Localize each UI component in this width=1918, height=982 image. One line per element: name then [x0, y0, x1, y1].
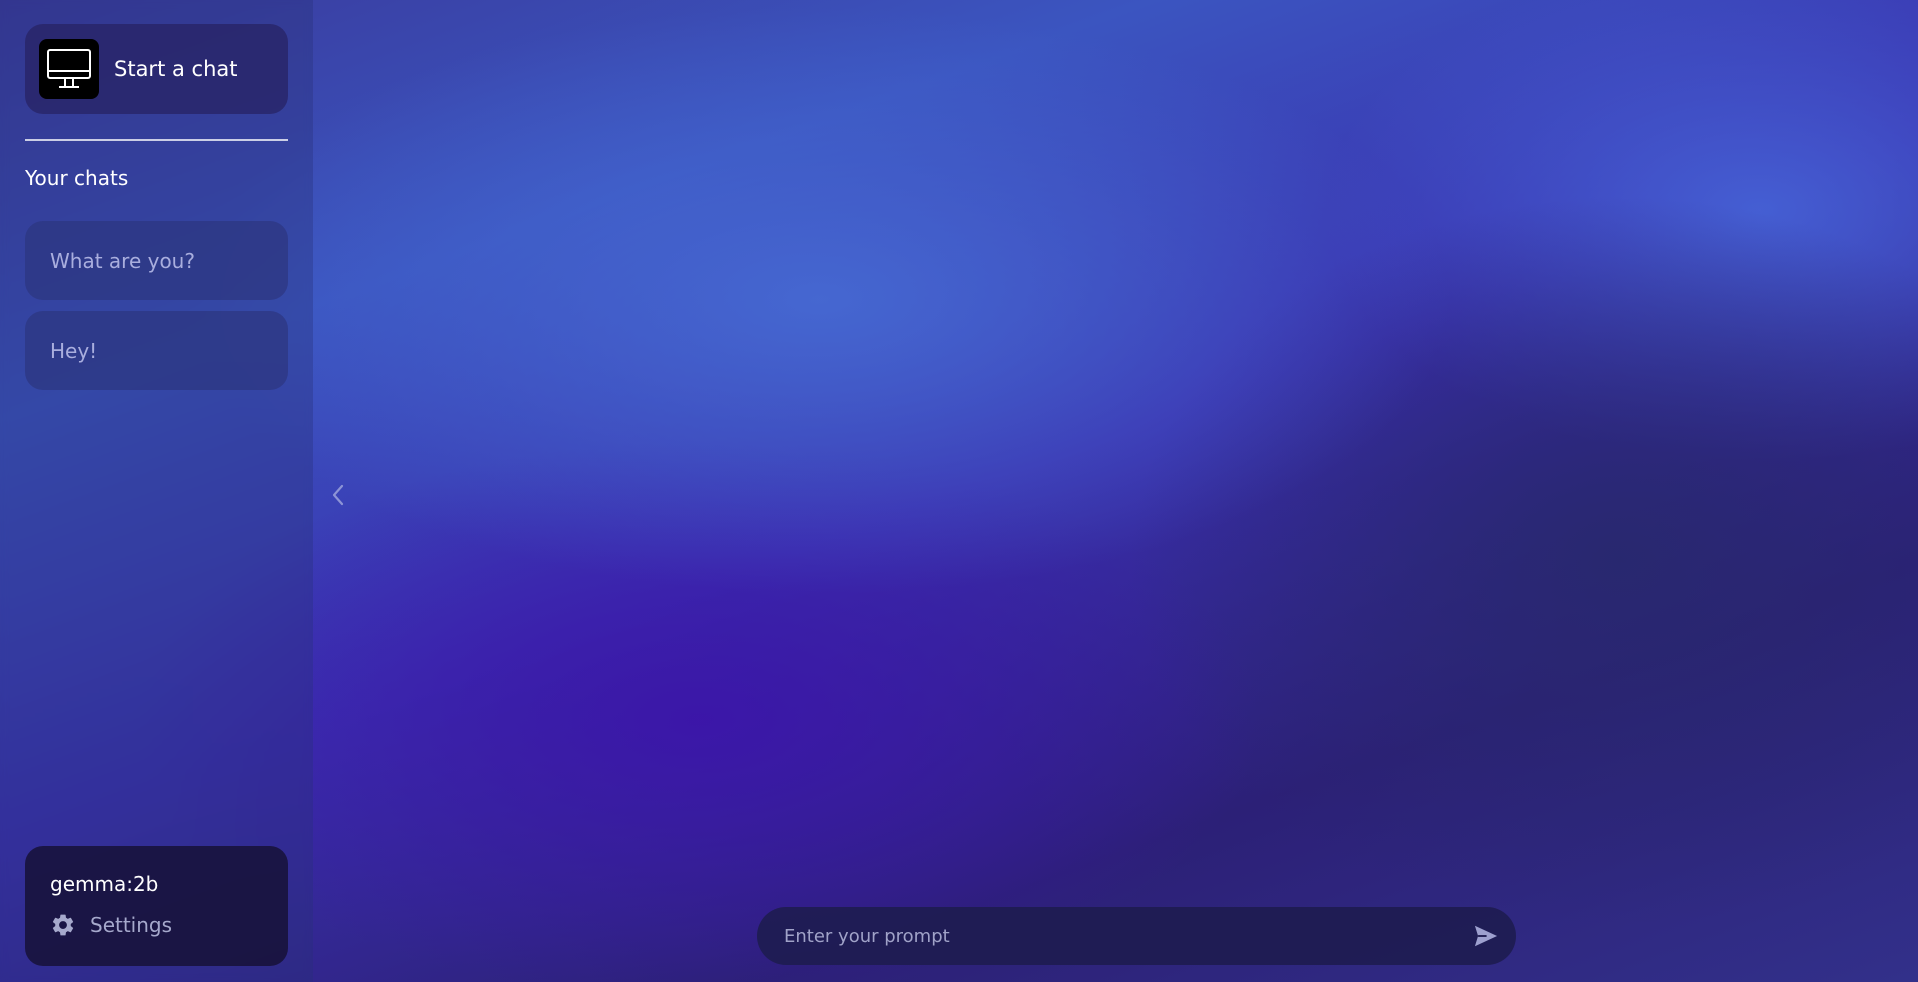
- model-name: gemma:2b: [50, 872, 159, 896]
- chevron-left-icon: [332, 484, 344, 506]
- start-chat-label: Start a chat: [114, 57, 238, 81]
- send-button[interactable]: [1468, 918, 1504, 954]
- start-chat-button[interactable]: Start a chat: [25, 24, 288, 114]
- your-chats-heading: Your chats: [25, 166, 129, 190]
- prompt-bar: [757, 907, 1516, 965]
- chat-item-label: What are you?: [50, 248, 195, 273]
- model-card: gemma:2b Settings: [25, 846, 288, 966]
- chat-item[interactable]: What are you?: [25, 221, 288, 300]
- chat-item[interactable]: Hey!: [25, 311, 288, 390]
- sidebar-divider: [25, 139, 288, 141]
- chat-item-label: Hey!: [50, 338, 98, 363]
- monitor-icon: [39, 39, 99, 99]
- send-icon: [1474, 925, 1498, 947]
- prompt-input[interactable]: [782, 924, 1468, 948]
- gear-icon: [52, 914, 74, 936]
- collapse-sidebar-button[interactable]: [326, 482, 350, 508]
- settings-label: Settings: [90, 913, 173, 937]
- settings-button[interactable]: Settings: [50, 912, 288, 938]
- sidebar: Start a chat Your chats What are you? He…: [0, 0, 313, 982]
